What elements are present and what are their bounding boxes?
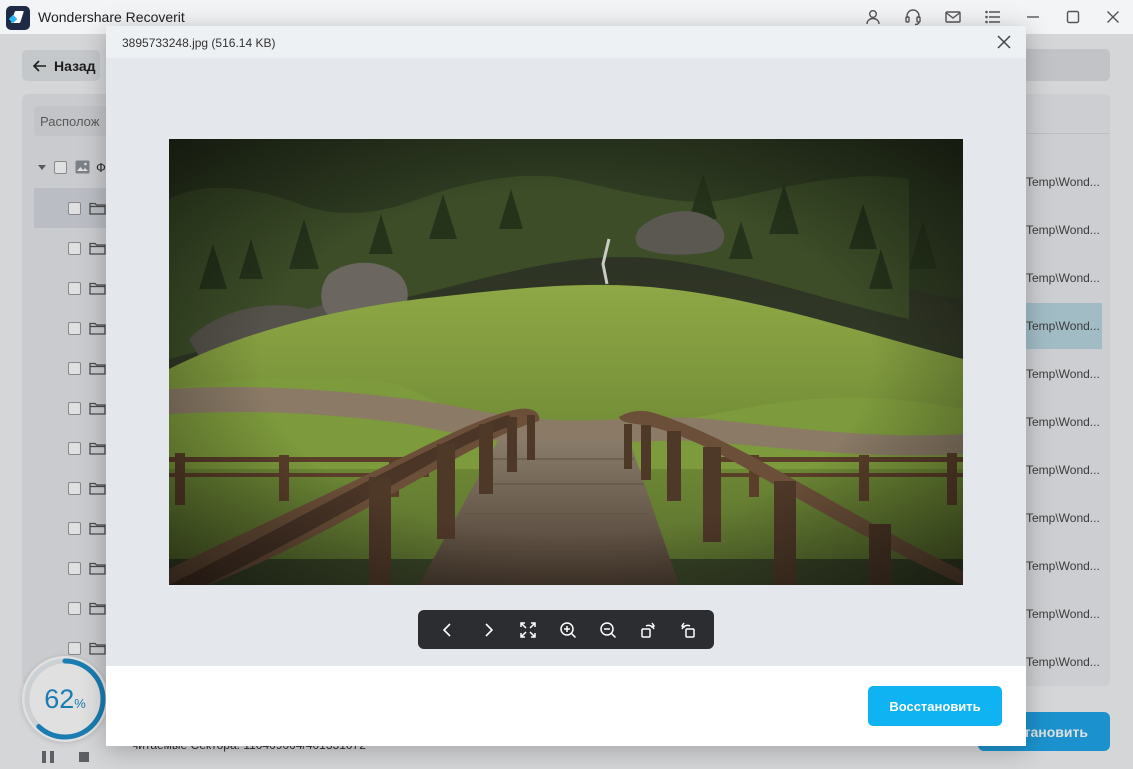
rotate-left-icon[interactable] (628, 610, 668, 649)
preview-image (169, 139, 963, 585)
fit-screen-icon[interactable] (508, 610, 548, 649)
maximize-icon[interactable] (1053, 0, 1093, 34)
restore-button[interactable]: Восстановить (868, 686, 1002, 726)
close-preview-icon[interactable] (994, 32, 1014, 52)
preview-header: 3895733248.jpg (516.14 KB) (106, 26, 1026, 58)
zoom-out-icon[interactable] (588, 610, 628, 649)
zoom-in-icon[interactable] (548, 610, 588, 649)
image-viewer (106, 58, 1026, 666)
next-icon[interactable] (468, 610, 508, 649)
recoverit-logo-icon (6, 6, 30, 30)
previous-icon[interactable] (428, 610, 468, 649)
image-toolbar (418, 610, 714, 649)
preview-file-title: 3895733248.jpg (516.14 KB) (122, 36, 276, 50)
preview-dialog: 3895733248.jpg (516.14 KB) Восстановить (106, 26, 1026, 746)
preview-footer: Восстановить (106, 666, 1026, 746)
close-icon[interactable] (1093, 0, 1133, 34)
app-title: Wondershare Recoverit (38, 9, 185, 25)
rotate-right-icon[interactable] (668, 610, 708, 649)
